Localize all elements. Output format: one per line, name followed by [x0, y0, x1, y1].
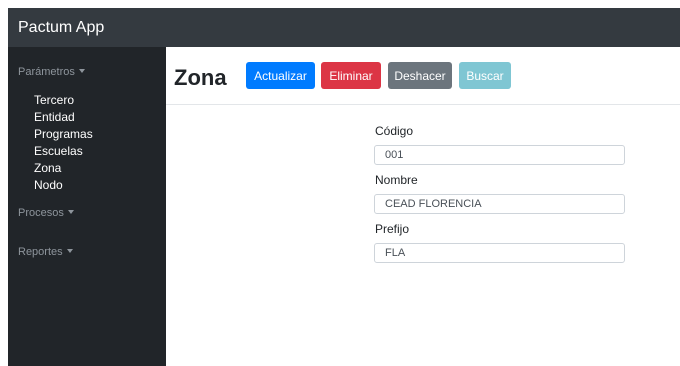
search-button[interactable]: Buscar — [459, 62, 511, 89]
app-brand[interactable]: Pactum App — [18, 18, 104, 38]
sidebar: Parámetros Tercero Entidad Programas Esc… — [8, 47, 166, 366]
sidebar-section-procesos[interactable]: Procesos — [18, 206, 74, 220]
nombre-input[interactable] — [374, 194, 625, 214]
main-content: Zona Actualizar Eliminar Deshacer Buscar… — [166, 47, 680, 366]
sidebar-item-entidad[interactable]: Entidad — [34, 109, 93, 126]
undo-button[interactable]: Deshacer — [388, 62, 452, 89]
sidebar-item-programas[interactable]: Programas — [34, 126, 93, 143]
sidebar-section-label: Parámetros — [18, 66, 75, 78]
sidebar-item-escuelas[interactable]: Escuelas — [34, 143, 93, 160]
sidebar-item-tercero[interactable]: Tercero — [34, 92, 93, 109]
sidebar-section-label: Procesos — [18, 207, 64, 219]
page-title: Zona — [174, 65, 227, 90]
sidebar-section-reportes[interactable]: Reportes — [18, 245, 73, 259]
caret-down-icon — [67, 210, 74, 214]
prefijo-input[interactable] — [374, 243, 625, 263]
sidebar-section-parametros[interactable]: Parámetros — [18, 65, 85, 79]
sidebar-item-nodo[interactable]: Nodo — [34, 177, 93, 194]
codigo-input[interactable] — [374, 145, 625, 165]
sidebar-section-label: Reportes — [18, 246, 63, 258]
top-navbar: Pactum App — [8, 8, 680, 47]
parametros-menu: Tercero Entidad Programas Escuelas Zona … — [34, 92, 93, 194]
header-divider — [166, 104, 680, 105]
update-button[interactable]: Actualizar — [246, 62, 315, 89]
caret-down-icon — [66, 249, 73, 253]
prefijo-label: Prefijo — [375, 222, 410, 236]
codigo-label: Código — [375, 124, 414, 138]
delete-button[interactable]: Eliminar — [321, 62, 381, 89]
caret-down-icon — [78, 69, 85, 73]
sidebar-item-zona[interactable]: Zona — [34, 160, 93, 177]
nombre-label: Nombre — [375, 173, 418, 187]
